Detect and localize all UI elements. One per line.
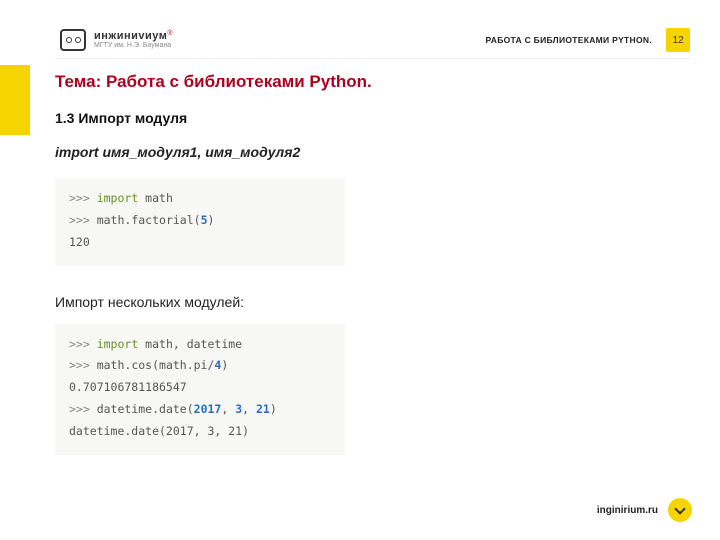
- chevron-down-icon: [668, 498, 692, 522]
- brand-text: инжиниvиум® МГТУ им. Н.Э. Баумана: [94, 30, 173, 50]
- section-heading: 1.3 Импорт модуля: [55, 110, 690, 126]
- slide-header: инжиниvиум® МГТУ им. Н.Э. Баумана РАБОТА…: [60, 28, 690, 52]
- brand: инжиниvиум® МГТУ им. Н.Э. Баумана: [60, 29, 173, 51]
- subheading: Импорт нескольких модулей:: [55, 294, 690, 310]
- code-example-2: >>> import math, datetime >>> math.cos(m…: [55, 324, 345, 455]
- slide-content: Тема: Работа с библиотеками Python. 1.3 …: [55, 72, 690, 483]
- brand-subtitle: МГТУ им. Н.Э. Баумана: [94, 42, 173, 50]
- code-example-1: >>> import math >>> math.factorial(5) 12…: [55, 178, 345, 266]
- import-syntax: import имя_модуля1, имя_модуля2: [55, 144, 690, 160]
- page-number: 12: [666, 28, 690, 52]
- brand-name: инжиниvиум: [94, 30, 167, 42]
- footer-url: inginirium.ru: [597, 505, 658, 516]
- slide-footer: inginirium.ru: [597, 498, 692, 522]
- header-divider: [55, 58, 690, 59]
- topic-heading: Тема: Работа с библиотеками Python.: [55, 72, 690, 92]
- course-title: РАБОТА С БИБЛИОТЕКАМИ PYTHON.: [486, 35, 652, 45]
- accent-tab: [0, 65, 30, 135]
- brand-registered: ®: [167, 30, 172, 37]
- brand-logo-icon: [60, 29, 86, 51]
